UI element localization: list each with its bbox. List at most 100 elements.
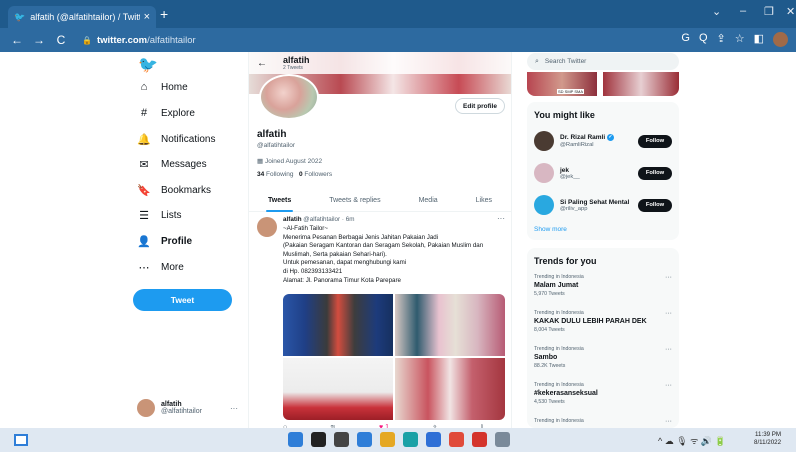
system-tray[interactable]: ^ ☁ 🎙 ᯤ 🔊 🔋 — [658, 434, 726, 447]
media-photo-uniforms[interactable] — [283, 294, 393, 356]
suggestion-item[interactable]: Si Paling Sehat Mental @riliv_app Follow — [527, 192, 679, 218]
tab-search-icon[interactable]: ⌄ — [712, 5, 721, 18]
back-arrow-icon[interactable]: ← — [257, 58, 267, 69]
maximize-button[interactable]: ❐ — [764, 5, 774, 18]
twitter-logo-icon[interactable]: 🐦 — [138, 55, 158, 75]
following-label: Following — [266, 171, 294, 178]
sidebar-item-lists[interactable]: ☰ Lists — [137, 209, 182, 222]
url-domain: twitter.com — [96, 34, 148, 46]
browser-profile-avatar[interactable] — [773, 32, 788, 47]
forward-button[interactable]: → — [30, 33, 48, 47]
taskbar-app-icon[interactable] — [288, 432, 303, 447]
suggestion-item[interactable]: Dr. Rizal Ramli ✓ @RamliRizal Follow — [527, 128, 679, 154]
tweet-time[interactable]: · 6m — [342, 216, 355, 223]
taskbar-app-icon[interactable] — [380, 432, 395, 447]
trend-name: Sambo — [534, 354, 558, 361]
profile-avatar[interactable] — [259, 74, 319, 120]
suggestion-name: jek — [560, 167, 580, 174]
following-count: 34 — [257, 171, 265, 178]
account-switcher[interactable]: alfatih @alfatihtailor — [137, 399, 202, 417]
task-view-icon[interactable] — [14, 434, 28, 446]
sidebar-item-bookmarks[interactable]: 🔖 Bookmarks — [137, 184, 211, 197]
avatar — [137, 399, 155, 417]
sidebar-item-more[interactable]: ⋯ More — [137, 261, 184, 274]
following-link[interactable]: 34 Following — [257, 171, 294, 178]
taskbar-app-icon[interactable] — [495, 432, 510, 447]
trend-more-icon[interactable]: ··· — [665, 346, 672, 353]
sidebar-item-explore[interactable]: # Explore — [137, 107, 195, 119]
taskbar-app-icon[interactable] — [403, 432, 418, 447]
tab-close-icon[interactable]: × — [144, 11, 150, 23]
edit-profile-button[interactable]: Edit profile — [455, 98, 505, 114]
browser-tab[interactable]: 🐦 alfatih (@alfatihtailor) / Twitter × — [8, 6, 156, 28]
tweet-line: ~Al-Fatih Tailor~ — [283, 225, 328, 232]
account-name: alfatih — [161, 401, 182, 408]
account-more-icon[interactable]: ··· — [230, 404, 238, 413]
trend-item[interactable]: Trending in Indonesia #kekerasanseksual 4,… — [534, 382, 672, 405]
bookmark-star-icon[interactable]: ☆ — [735, 32, 745, 47]
zoom-icon[interactable]: Q — [699, 32, 708, 47]
tweet-button[interactable]: Tweet — [133, 289, 232, 311]
suggestion-item[interactable]: jek @jek__ Follow — [527, 160, 679, 186]
avatar[interactable] — [257, 217, 277, 237]
trend-item[interactable]: Trending in Indonesia KAKAK DULU LEBIH PA… — [534, 310, 672, 333]
twitter-page: 🐦 ⌂ Home # Explore 🔔 Notifications ✉ Messages 🔖 B… — [0, 52, 796, 428]
taskbar-app-icon[interactable] — [426, 432, 441, 447]
trend-item[interactable]: Trending in Indonesia ··· — [534, 418, 672, 426]
media-thumbnail[interactable] — [603, 72, 679, 96]
minimize-button[interactable]: – — [740, 5, 746, 17]
tweet-line: Untuk pemesanan, dapat menghubungi kami — [283, 259, 407, 267]
followers-link[interactable]: 0 Followers — [299, 171, 332, 178]
tweet-author-name[interactable]: alfatih — [283, 216, 302, 223]
trend-item[interactable]: Trending in Indonesia Malam Jumat 5,970 Tw… — [534, 274, 672, 297]
sidebar-item-home[interactable]: ⌂ Home — [137, 81, 188, 93]
tweet-text: ~Al-Fatih Tailor~ Menerima Pesanan Berba… — [283, 225, 508, 285]
trend-more-icon[interactable]: ··· — [665, 310, 672, 317]
system-clock[interactable]: 11:39 PM 8/11/2022 — [754, 431, 781, 447]
media-preview: SD SMP SMA — [527, 72, 679, 96]
suggestion-handle: @riliv_app — [560, 205, 588, 212]
share-icon[interactable]: ⇪ — [717, 32, 726, 47]
more-icon: ⋯ — [138, 262, 150, 274]
trend-tweet-count: 88.2K Tweets — [534, 363, 566, 369]
reload-button[interactable]: C — [52, 33, 70, 47]
sidebar-item-label: Explore — [161, 107, 195, 119]
media-photo-muslim-dresses[interactable] — [395, 294, 505, 356]
tab-likes[interactable]: Likes — [476, 197, 492, 204]
google-lens-icon[interactable]: G — [681, 32, 690, 47]
taskbar-app-icon[interactable] — [334, 432, 349, 447]
follow-button[interactable]: Follow — [638, 198, 672, 212]
joined-date: ▦ Joined August 2022 — [257, 157, 322, 165]
taskbar-app-icon[interactable] — [311, 432, 326, 447]
media-photo-pink-dresses[interactable] — [395, 358, 505, 420]
sidebar-item-notifications[interactable]: 🔔 Notifications — [137, 133, 215, 146]
url-field[interactable]: 🔒 twitter.com/alfatihtailor — [82, 35, 196, 46]
close-window-button[interactable]: ✕ — [786, 5, 795, 18]
tweet-more-icon[interactable]: ··· — [497, 214, 505, 223]
panel-title: You might like — [534, 110, 595, 120]
tab-tweets-replies[interactable]: Tweets & replies — [329, 197, 380, 204]
trend-more-icon[interactable]: ··· — [665, 382, 672, 389]
taskbar-app-icon[interactable] — [357, 432, 372, 447]
follow-button[interactable]: Follow — [638, 134, 672, 148]
back-button[interactable]: ← — [8, 33, 26, 47]
new-tab-button[interactable]: + — [160, 6, 168, 22]
side-panel-icon[interactable]: ◧ — [754, 32, 764, 47]
sidebar-item-profile[interactable]: 👤 Profile — [137, 235, 192, 248]
sidebar-item-label: Lists — [161, 210, 182, 221]
trend-item[interactable]: Trending in Indonesia Sambo 88.2K Tweets ··… — [534, 346, 672, 369]
taskbar-app-icon[interactable] — [449, 432, 464, 447]
trend-name: #kekerasanseksual — [534, 390, 598, 397]
trend-tweet-count: 5,970 Tweets — [534, 291, 565, 297]
trend-more-icon[interactable]: ··· — [665, 418, 672, 425]
trend-more-icon[interactable]: ··· — [665, 274, 672, 281]
follow-button[interactable]: Follow — [638, 166, 672, 180]
sidebar-item-messages[interactable]: ✉ Messages — [137, 158, 206, 171]
taskbar-app-icon[interactable] — [472, 432, 487, 447]
tweet-line: (Pakaian Seragam Kantoran dan Seragam Se… — [283, 242, 484, 250]
search-input[interactable]: ⌕ Search Twitter — [527, 53, 679, 70]
tab-media[interactable]: Media — [419, 197, 438, 204]
show-more-link[interactable]: Show more — [534, 226, 567, 233]
tab-tweets[interactable]: Tweets — [265, 197, 294, 212]
media-photo-school-uniforms[interactable] — [283, 358, 393, 420]
